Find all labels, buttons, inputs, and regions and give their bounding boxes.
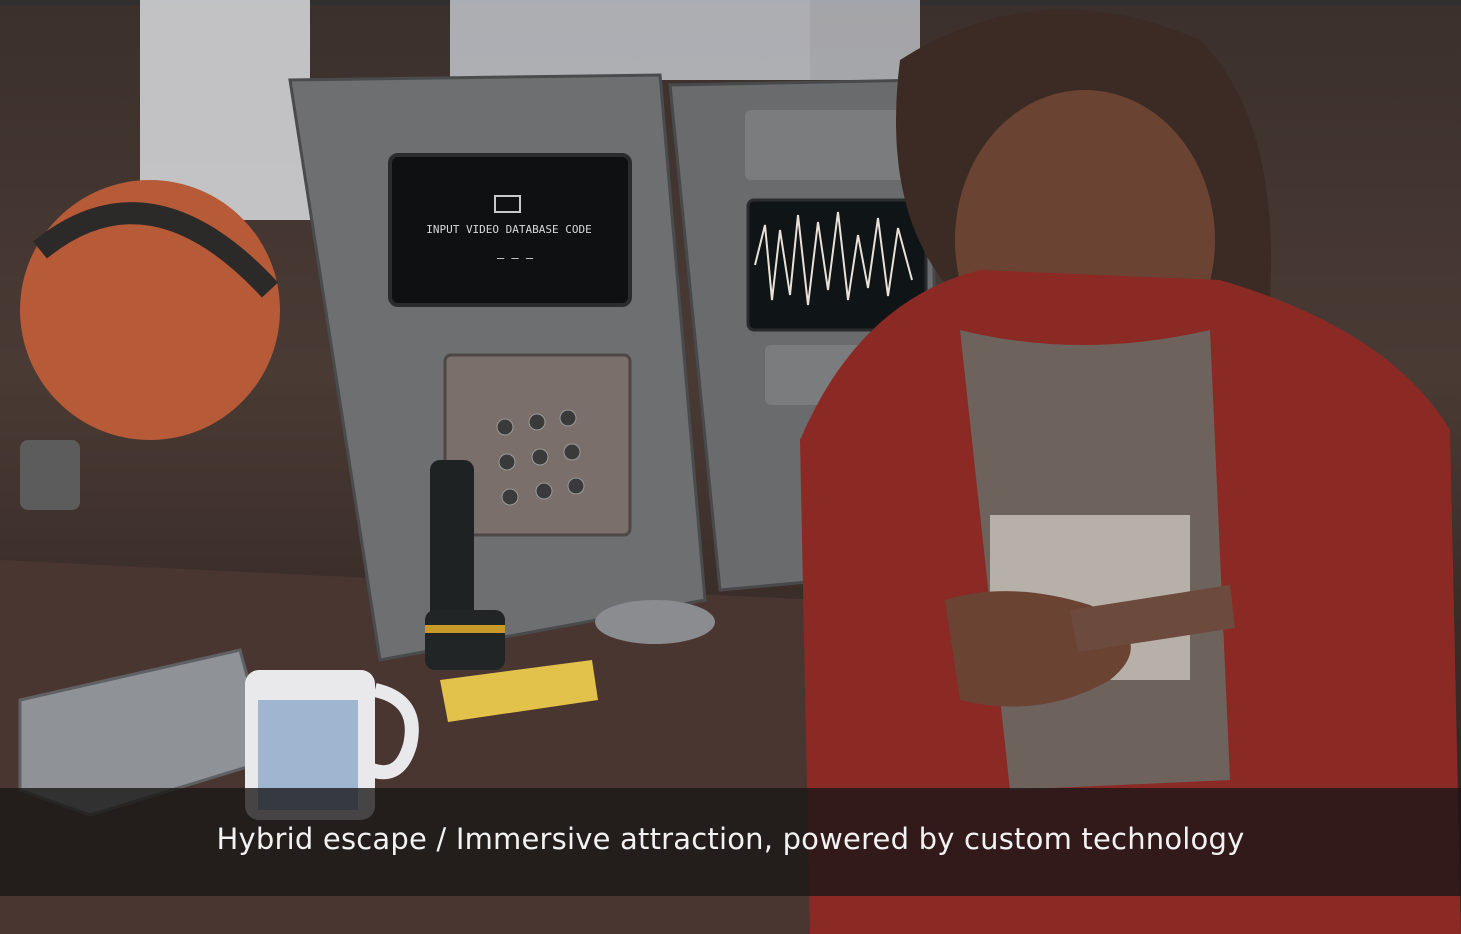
terminal-code-placeholder: — — — xyxy=(497,251,534,265)
flashlight xyxy=(430,460,474,630)
wall-map xyxy=(450,0,810,80)
flashlight-band xyxy=(425,625,505,633)
photo-stage: INPUT VIDEO DATABASE CODE — — — Hybrid e… xyxy=(0,0,1461,934)
caption-text: Hybrid escape / Immersive attraction, po… xyxy=(216,822,1245,856)
cabinet-plate xyxy=(745,110,910,180)
keypad-buttons xyxy=(496,409,585,506)
helmet-lamp xyxy=(20,440,80,510)
flashlight-head xyxy=(425,610,505,670)
floor-token xyxy=(595,600,715,644)
terminal-prompt: INPUT VIDEO DATABASE CODE xyxy=(426,223,592,236)
